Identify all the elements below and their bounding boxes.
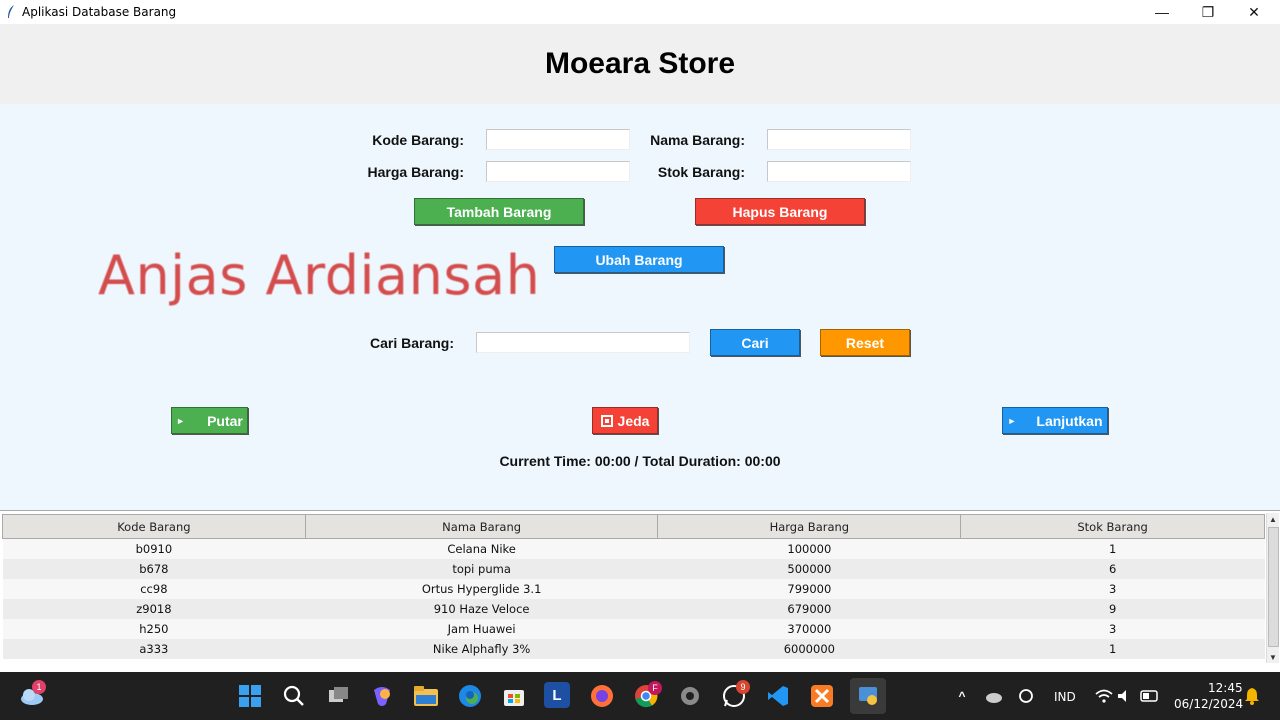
cell-kode: a333 [2, 638, 306, 659]
table-row[interactable]: b0910 Celana Nike 100000 1 [2, 538, 1265, 559]
notification-bell-icon[interactable] [1238, 682, 1266, 710]
table-scrollbar[interactable]: ▲ ▼ [1266, 513, 1279, 663]
main-panel: Kode Barang: Nama Barang: Harga Barang: … [0, 104, 1280, 510]
cell-harga: 500000 [657, 558, 961, 579]
stok-input[interactable] [767, 161, 911, 182]
cell-kode: b0910 [2, 538, 306, 559]
cell-stok: 3 [960, 578, 1265, 599]
tambah-barang-button[interactable]: Tambah Barang [414, 198, 584, 225]
putar-label: Putar [207, 412, 243, 429]
windows-taskbar: 1 L F 9 ^ IND 12:45 06/12/2024 [0, 672, 1280, 720]
column-header-stok[interactable]: Stok Barang [960, 514, 1265, 539]
windows-start-icon[interactable] [236, 682, 264, 710]
cell-stok: 3 [960, 618, 1265, 639]
jeda-button[interactable]: Jeda [592, 407, 658, 434]
copilot-icon[interactable] [368, 682, 396, 710]
store-icon[interactable] [500, 682, 528, 710]
feather-icon [4, 5, 18, 19]
window-title: Aplikasi Database Barang [22, 5, 177, 19]
nama-input[interactable] [767, 129, 911, 150]
maximize-button[interactable]: ❐ [1185, 0, 1231, 24]
language-indicator[interactable]: IND [1054, 690, 1076, 704]
cell-nama: Jam Huawei [305, 618, 658, 639]
close-button[interactable]: ✕ [1231, 0, 1277, 24]
minimize-button[interactable]: — [1139, 0, 1185, 24]
stok-label: Stok Barang: [657, 164, 745, 180]
cell-harga: 799000 [657, 578, 961, 599]
jeda-label: Jeda [617, 412, 650, 429]
table-row[interactable]: a333 Nike Alphafly 3% 6000000 1 [2, 638, 1265, 659]
cell-harga: 370000 [657, 618, 961, 639]
task-view-icon[interactable] [324, 682, 352, 710]
edge-browser-icon[interactable] [456, 682, 484, 710]
stop-icon [600, 414, 613, 427]
cell-nama: Nike Alphafly 3% [305, 638, 658, 659]
cell-nama: 910 Haze Veloce [305, 598, 658, 619]
reset-button[interactable]: Reset [820, 329, 910, 356]
column-header-harga[interactable]: Harga Barang [657, 514, 962, 539]
watermark-text: Anjas Ardiansah [98, 244, 541, 307]
cell-harga: 100000 [657, 538, 961, 559]
harga-input[interactable] [486, 161, 630, 182]
column-header-kode[interactable]: Kode Barang [2, 514, 306, 539]
putar-button[interactable]: ► Putar [171, 407, 248, 434]
cell-harga: 679000 [657, 598, 961, 619]
cell-stok: 1 [960, 538, 1265, 559]
cell-stok: 6 [960, 558, 1265, 579]
vscode-icon[interactable] [764, 682, 792, 710]
cell-kode: cc98 [2, 578, 306, 599]
harga-label: Harga Barang: [367, 164, 464, 180]
file-explorer-icon[interactable] [412, 682, 440, 710]
lanjutkan-label: Lanjutkan [1036, 412, 1103, 429]
scroll-down-icon[interactable]: ▼ [1267, 651, 1279, 663]
table-row[interactable]: cc98 Ortus Hyperglide 3.1 799000 3 [2, 578, 1265, 599]
search-icon[interactable] [280, 682, 308, 710]
items-table-container: Kode Barang Nama Barang Harga Barang Sto… [0, 510, 1280, 663]
items-table: Kode Barang Nama Barang Harga Barang Sto… [2, 514, 1265, 659]
cloud-sync-icon[interactable] [980, 682, 1008, 710]
table-row[interactable]: z9018 910 Haze Veloce 679000 9 [2, 598, 1265, 619]
settings-gear-icon[interactable] [676, 682, 704, 710]
cell-kode: z9018 [2, 598, 306, 619]
nama-label: Nama Barang: [650, 132, 745, 148]
cell-stok: 1 [960, 638, 1265, 659]
search-input[interactable] [476, 332, 690, 353]
cell-nama: Ortus Hyperglide 3.1 [305, 578, 658, 599]
firefox-icon[interactable] [588, 682, 616, 710]
cell-kode: h250 [2, 618, 306, 639]
ubah-barang-button[interactable]: Ubah Barang [554, 246, 724, 273]
chevron-up-icon[interactable]: ^ [948, 682, 976, 710]
python-app-icon[interactable] [850, 678, 886, 714]
play-icon: ► [1007, 415, 1017, 426]
cell-nama: Celana Nike [305, 538, 658, 559]
weather-badge: 1 [32, 680, 46, 694]
launcher-l-icon[interactable]: L [544, 682, 570, 708]
xampp-icon[interactable] [808, 682, 836, 710]
hapus-barang-button[interactable]: Hapus Barang [695, 198, 865, 225]
scroll-thumb[interactable] [1268, 527, 1279, 647]
cell-harga: 6000000 [657, 638, 961, 659]
table-row[interactable]: h250 Jam Huawei 370000 3 [2, 618, 1265, 639]
time-info: Current Time: 00:00 / Total Duration: 00… [499, 453, 781, 469]
cell-kode: b678 [2, 558, 306, 579]
window-titlebar: Aplikasi Database Barang [0, 0, 1280, 24]
refresh-icon[interactable] [1012, 682, 1040, 710]
scroll-up-icon[interactable]: ▲ [1267, 513, 1279, 525]
cari-label: Cari Barang: [369, 335, 454, 351]
lanjutkan-button[interactable]: ► Lanjutkan [1002, 407, 1108, 434]
cell-nama: topi puma [305, 558, 658, 579]
cell-stok: 9 [960, 598, 1265, 619]
play-icon: ► [176, 415, 186, 426]
column-header-nama[interactable]: Nama Barang [304, 514, 659, 539]
cari-button[interactable]: Cari [710, 329, 800, 356]
kode-input[interactable] [486, 129, 630, 150]
store-header: Moeara Store [0, 24, 1280, 104]
clock-date[interactable]: 06/12/2024 [1174, 697, 1243, 711]
battery-icon[interactable] [1136, 682, 1164, 710]
chrome-profile-badge: F [648, 681, 662, 695]
table-row[interactable]: b678 topi puma 500000 6 [2, 558, 1265, 579]
whatsapp-badge: 9 [736, 680, 750, 694]
store-title: Moeara Store [544, 47, 736, 80]
kode-label: Kode Barang: [372, 132, 464, 148]
